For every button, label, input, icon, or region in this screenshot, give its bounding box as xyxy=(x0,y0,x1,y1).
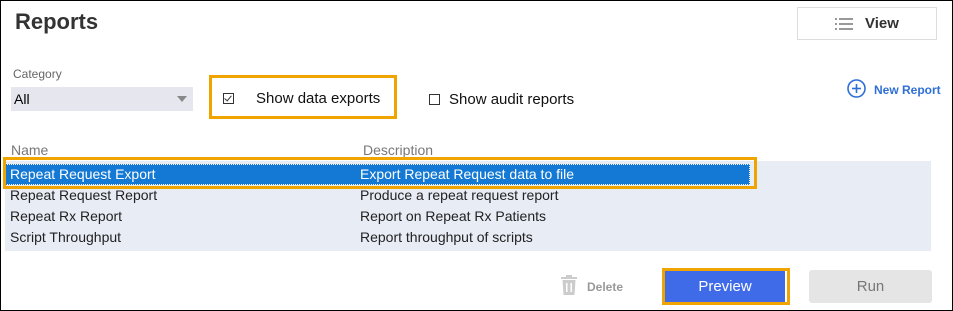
highlight-selected-row xyxy=(3,157,757,189)
show-audit-reports-checkbox[interactable]: Show audit reports xyxy=(429,91,574,108)
report-name: Repeat Rx Report xyxy=(10,208,123,224)
chevron-down-icon xyxy=(177,96,187,102)
show-data-exports-checkbox[interactable]: Show data exports xyxy=(223,90,380,107)
category-select[interactable]: All xyxy=(11,87,193,111)
preview-button[interactable]: Preview xyxy=(665,271,785,302)
page-title: Reports xyxy=(15,9,99,34)
new-report-button[interactable]: New Report xyxy=(847,79,941,101)
report-name: Script Throughput xyxy=(10,229,122,245)
checkbox-checked-icon xyxy=(223,93,234,104)
reports-window: Reports View Category All Show data expo… xyxy=(0,0,953,311)
category-value: All xyxy=(14,91,30,107)
plus-circle-icon xyxy=(847,79,866,101)
delete-button[interactable]: Delete xyxy=(561,275,623,298)
view-button[interactable]: View xyxy=(797,7,937,40)
run-button[interactable]: Run xyxy=(809,270,932,303)
list-icon xyxy=(835,17,854,30)
show-data-exports-label: Show data exports xyxy=(256,90,381,107)
table-row[interactable]: Repeat Rx Report Report on Repeat Rx Pat… xyxy=(5,206,750,227)
new-report-label: New Report xyxy=(874,83,941,97)
delete-label: Delete xyxy=(587,279,624,294)
report-description: Produce a repeat request report xyxy=(360,187,559,203)
table-row[interactable]: Script Throughput Report throughput of s… xyxy=(5,227,750,248)
category-label: Category xyxy=(13,67,62,81)
view-button-label: View xyxy=(865,15,899,32)
show-audit-reports-label: Show audit reports xyxy=(449,91,575,108)
report-name: Repeat Request Report xyxy=(10,187,158,203)
trash-icon xyxy=(561,275,577,298)
column-header-description[interactable]: Description xyxy=(363,142,433,158)
report-description: Report throughput of scripts xyxy=(360,229,533,245)
column-header-name[interactable]: Name xyxy=(11,142,48,158)
checkbox-icon xyxy=(429,94,440,105)
report-description: Report on Repeat Rx Patients xyxy=(360,208,546,224)
